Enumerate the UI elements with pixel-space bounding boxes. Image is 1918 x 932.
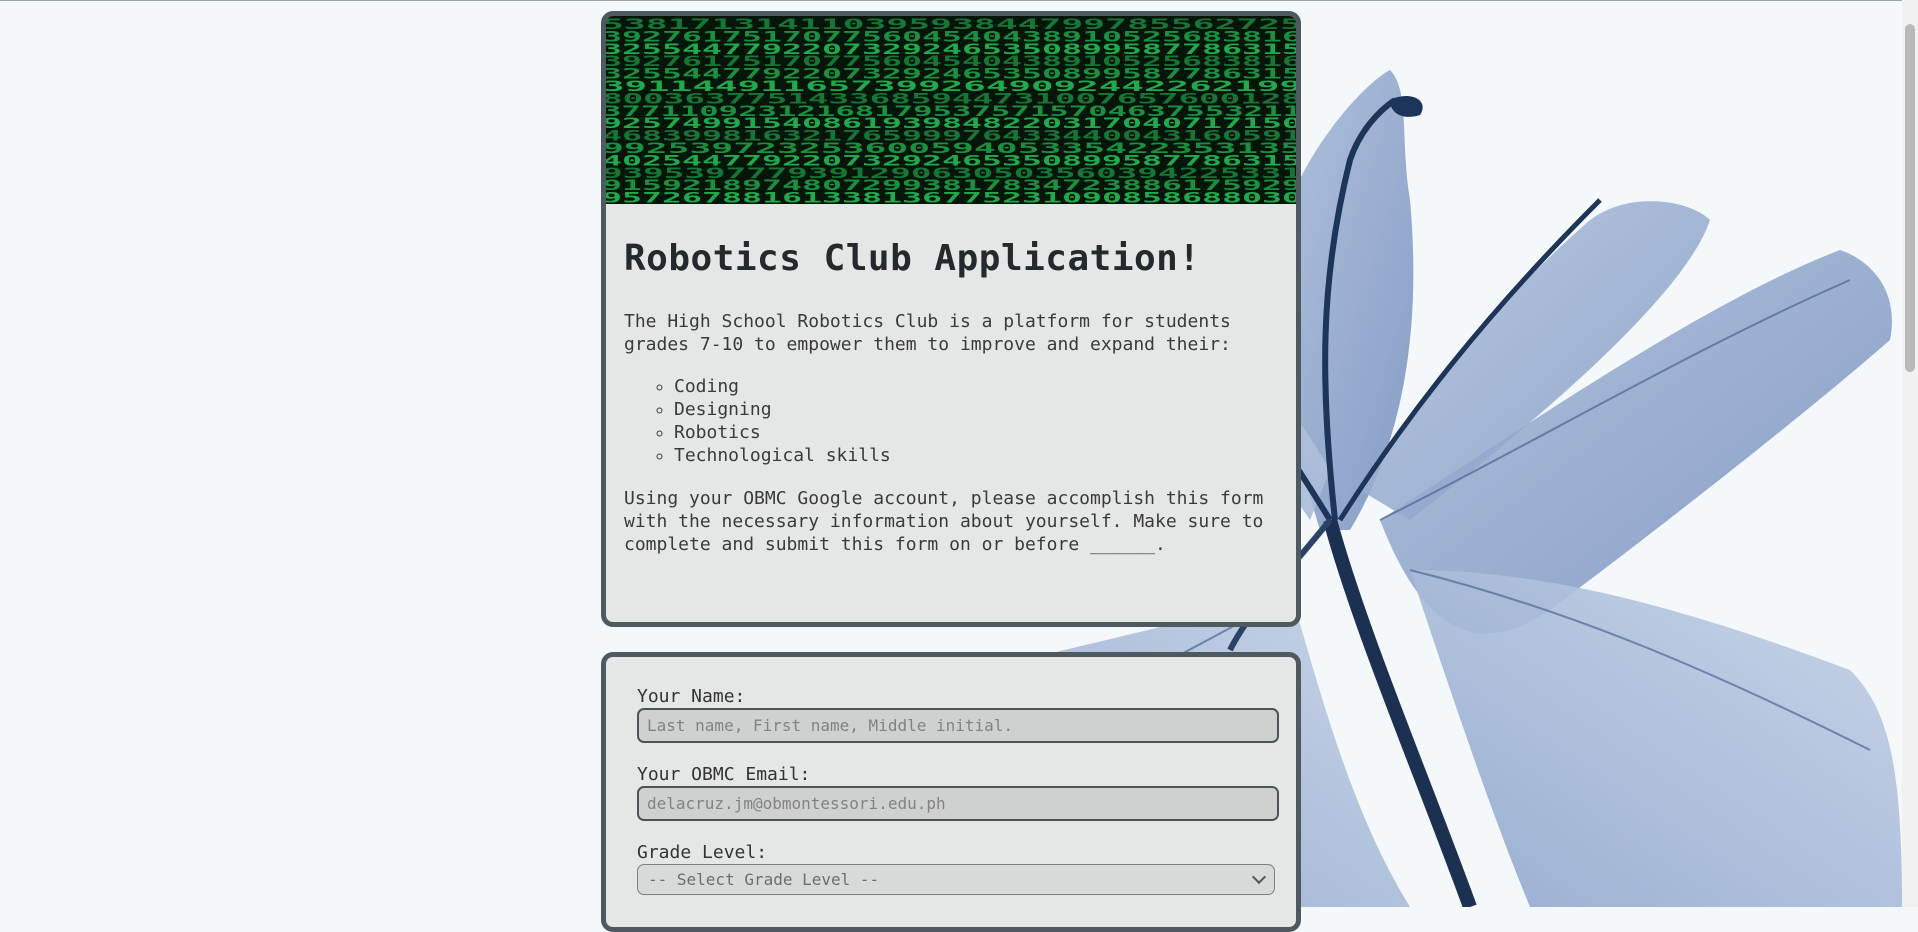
intro-section: Robotics Club Application! The High Scho…	[606, 204, 1296, 556]
skills-list: Coding Designing Robotics Technological …	[624, 375, 1286, 467]
name-field-group: Your Name:	[637, 687, 1281, 743]
binary-code-banner: 53817131411039593844799785562725 39276175…	[606, 16, 1296, 204]
name-input[interactable]	[637, 708, 1279, 743]
header-card: 53817131411039593844799785562725 39276175…	[601, 11, 1301, 627]
email-field-group: Your OBMC Email:	[637, 765, 1281, 821]
grade-label: Grade Level:	[637, 842, 768, 863]
skill-item: Technological skills	[674, 444, 1286, 467]
email-label: Your OBMC Email:	[637, 764, 811, 785]
skill-item: Coding	[674, 375, 1286, 398]
scrollbar[interactable]	[1902, 0, 1918, 907]
email-input[interactable]	[637, 786, 1279, 821]
scrollbar-thumb[interactable]	[1905, 24, 1915, 372]
skill-item: Robotics	[674, 421, 1286, 444]
application-form-card: Your Name: Your OBMC Email: Grade Level:…	[601, 652, 1301, 932]
page-title: Robotics Club Application!	[624, 238, 1201, 279]
grade-field-group: Grade Level: -- Select Grade Level --	[637, 843, 1281, 895]
top-border-line	[0, 0, 1902, 1]
skill-item: Designing	[674, 398, 1286, 421]
name-label: Your Name:	[637, 686, 746, 707]
club-description: The High School Robotics Club is a platf…	[624, 311, 1231, 355]
form-instructions: Using your OBMC Google account, please a…	[624, 488, 1264, 555]
banner-image: 5381713141103959384479978556272539276175…	[606, 17, 1296, 204]
form-body: Your Name: Your OBMC Email: Grade Level:…	[606, 657, 1296, 895]
chevron-down-icon	[1251, 869, 1267, 885]
grade-select-value: -- Select Grade Level --	[648, 870, 880, 889]
banner-digit-row: 95726788161338136775231090858688030	[606, 191, 1296, 204]
grade-level-select[interactable]: -- Select Grade Level --	[637, 864, 1275, 895]
